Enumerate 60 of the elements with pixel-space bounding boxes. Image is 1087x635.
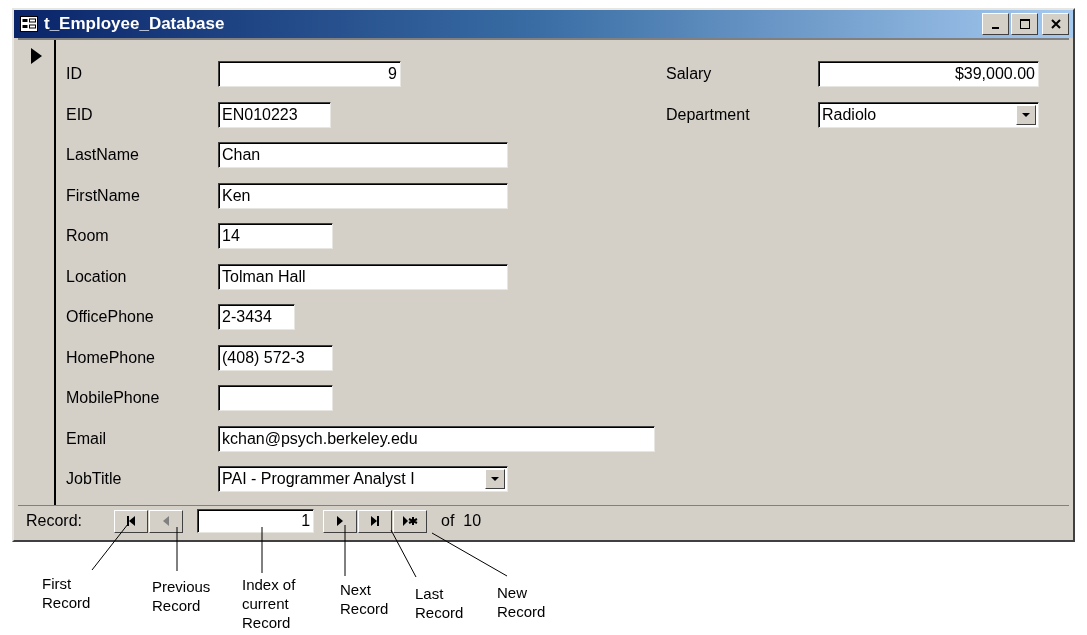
close-icon (1050, 19, 1061, 29)
nav-button[interactable] (393, 509, 428, 533)
field-label: HomePhone (66, 348, 156, 367)
close-button[interactable] (1042, 13, 1069, 35)
annotation-label: First Record (42, 574, 92, 612)
annotation-label: Previous Record (152, 577, 212, 615)
nav-button[interactable] (323, 509, 358, 533)
last-record-icon (370, 516, 381, 526)
leader-line (91, 523, 129, 571)
field-label: Email (66, 429, 107, 448)
annotation-label: Last Record (415, 584, 465, 622)
field-label: Room (66, 227, 110, 246)
field-label: Department (666, 105, 751, 124)
maximize-button[interactable] (1011, 13, 1038, 35)
text-field[interactable]: Chan (218, 142, 508, 169)
text-field[interactable]: Tolman Hall (218, 263, 508, 290)
text-field[interactable]: Ken (218, 182, 508, 209)
text-field[interactable] (218, 385, 333, 412)
nav-button[interactable] (358, 509, 393, 533)
field-label: JobTitle (66, 470, 123, 489)
text-field[interactable]: (408) 572-3 (218, 344, 333, 371)
first-record-icon (126, 516, 137, 526)
record-count: of 10 (441, 512, 482, 530)
annotation-label: Next Record (340, 580, 390, 618)
field-label: OfficePhone (66, 308, 155, 327)
caret-icon (491, 477, 499, 482)
record-index-field[interactable]: 1 (197, 509, 315, 533)
new-record-icon (402, 516, 418, 526)
leader-line (176, 526, 178, 572)
dropdown-field[interactable]: PAI - Programmer Analyst I (218, 466, 508, 493)
text-field[interactable]: 2-3434 (218, 304, 295, 331)
maximize-icon (1019, 19, 1030, 29)
text-field[interactable]: $39,000.00 (818, 61, 1039, 88)
nav-button[interactable] (114, 509, 149, 533)
dropdown-field[interactable]: Radiolo (818, 101, 1039, 128)
leader-line (390, 529, 417, 578)
text-field[interactable]: 9 (218, 61, 401, 88)
text-field[interactable]: 14 (218, 223, 333, 250)
text-field[interactable]: EN010223 (218, 101, 331, 128)
form-icon (20, 16, 38, 32)
text-field[interactable]: kchan@psych.berkeley.edu (218, 425, 655, 452)
field-label: MobilePhone (66, 389, 161, 408)
minimize-icon (992, 27, 999, 29)
previous-record-icon (161, 516, 172, 526)
leader-line (344, 524, 346, 577)
annotation-label: Index of current Record (242, 575, 297, 632)
field-label: FirstName (66, 186, 141, 205)
field-label: Location (66, 267, 128, 286)
field-label: LastName (66, 146, 140, 165)
field-label: ID (66, 65, 83, 84)
annotation-label: New Record (497, 583, 547, 621)
field-label: EID (66, 105, 94, 124)
dropdown-button[interactable] (1016, 104, 1036, 125)
field-label: Salary (666, 65, 713, 84)
window-title: t_Employee_Database (44, 14, 226, 34)
record-label: Record: (26, 512, 83, 530)
leader-line (261, 526, 263, 574)
caret-icon (1022, 112, 1030, 117)
minimize-button[interactable] (982, 13, 1009, 35)
dropdown-button[interactable] (485, 469, 505, 490)
